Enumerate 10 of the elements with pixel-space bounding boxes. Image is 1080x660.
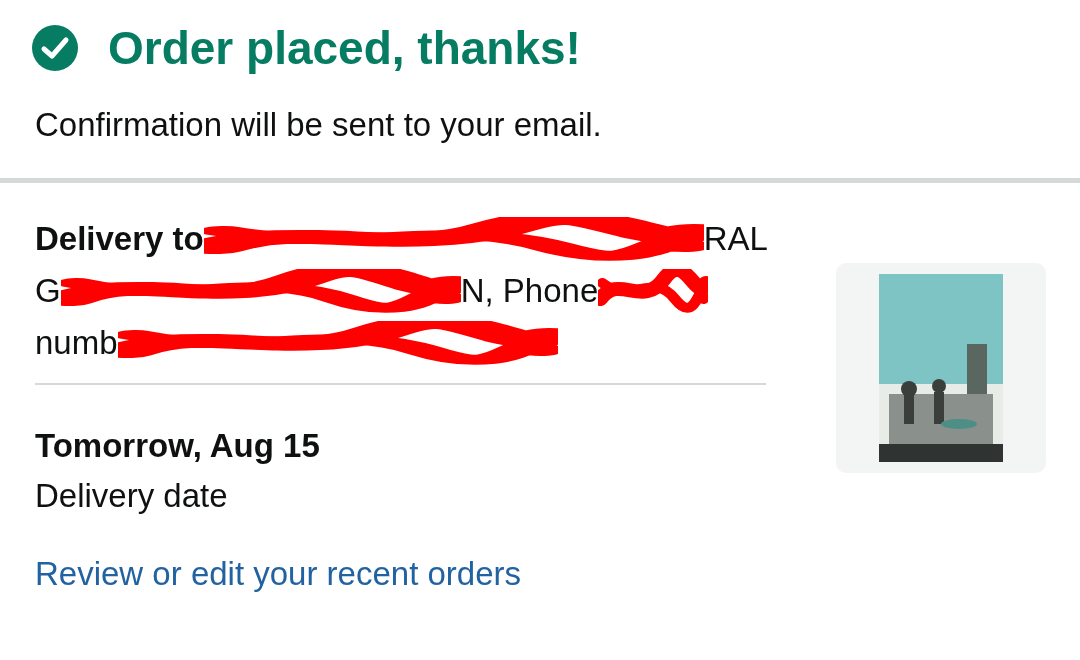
delivery-date-label: Delivery date bbox=[35, 477, 229, 515]
address-text: G bbox=[35, 272, 61, 310]
address-text: N, Phone bbox=[460, 272, 599, 310]
confirmation-text: Confirmation will be sent to your email. bbox=[34, 105, 603, 144]
delivery-date: Tomorrow, Aug 15 bbox=[35, 427, 321, 465]
address-text: Delivery to bbox=[35, 220, 204, 258]
address-text: RAL bbox=[703, 220, 768, 258]
address-text: numb bbox=[35, 324, 118, 362]
page-title: Order placed, thanks! bbox=[108, 21, 581, 75]
recent-orders-link[interactable]: Review or edit your recent orders bbox=[35, 555, 522, 592]
